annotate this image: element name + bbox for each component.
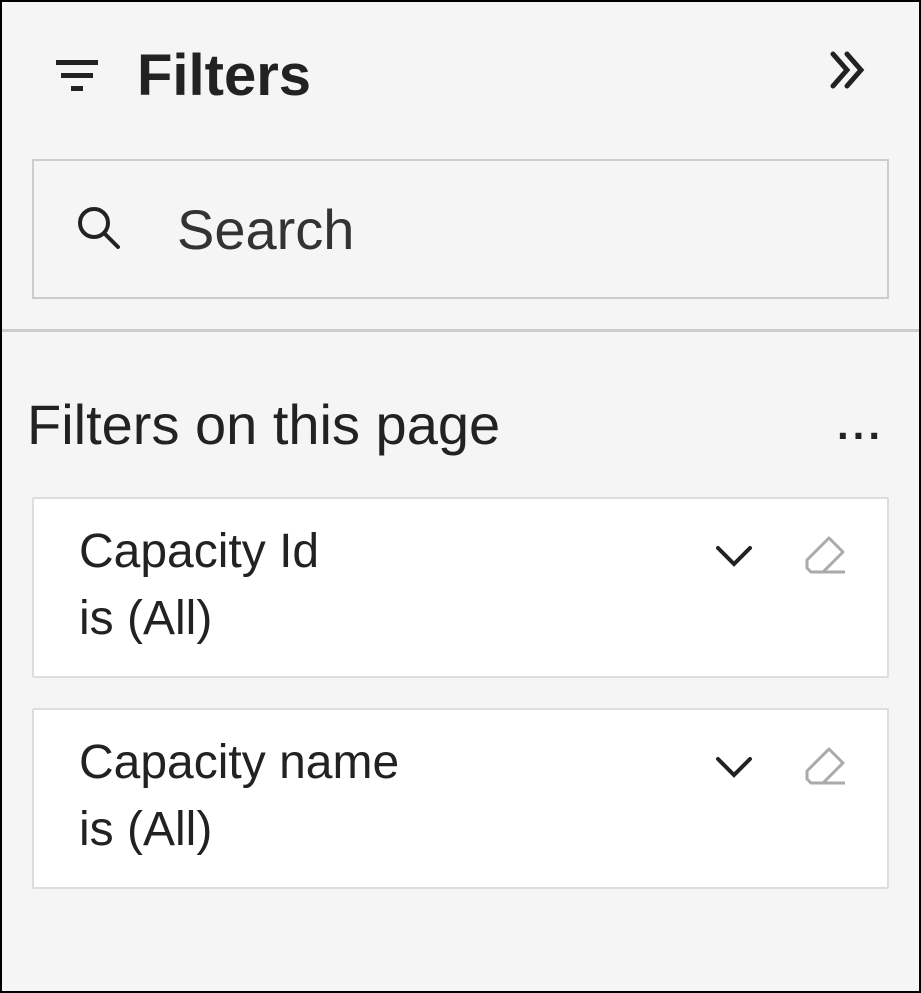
filter-field-name: Capacity name xyxy=(79,735,399,790)
search-input[interactable] xyxy=(177,197,897,262)
pane-title: Filters xyxy=(137,42,789,109)
clear-filter-icon[interactable] xyxy=(803,534,847,583)
filter-cards-list: Capacity Id is (All) Capacity name is (A… xyxy=(2,477,919,889)
filter-icon xyxy=(57,60,97,91)
section-title: Filters on this page xyxy=(27,392,500,457)
search-container xyxy=(2,129,919,329)
filter-card-capacity-name[interactable]: Capacity name is (All) xyxy=(32,708,889,889)
search-box[interactable] xyxy=(32,159,889,299)
chevron-down-icon[interactable] xyxy=(715,755,753,784)
filter-text: Capacity name is (All) xyxy=(79,735,399,857)
filter-field-value: is (All) xyxy=(79,802,399,857)
filter-actions xyxy=(715,735,847,794)
filter-field-value: is (All) xyxy=(79,591,319,646)
filter-text: Capacity Id is (All) xyxy=(79,524,319,646)
section-header: Filters on this page ... xyxy=(2,332,919,477)
chevron-down-icon[interactable] xyxy=(715,544,753,573)
collapse-pane-icon[interactable] xyxy=(829,50,879,101)
search-icon xyxy=(74,203,122,256)
filter-field-name: Capacity Id xyxy=(79,524,319,579)
clear-filter-icon[interactable] xyxy=(803,745,847,794)
filter-card-capacity-id[interactable]: Capacity Id is (All) xyxy=(32,497,889,678)
more-options-icon[interactable]: ... xyxy=(837,401,884,449)
filters-pane-header: Filters xyxy=(2,2,919,129)
filter-actions xyxy=(715,524,847,583)
